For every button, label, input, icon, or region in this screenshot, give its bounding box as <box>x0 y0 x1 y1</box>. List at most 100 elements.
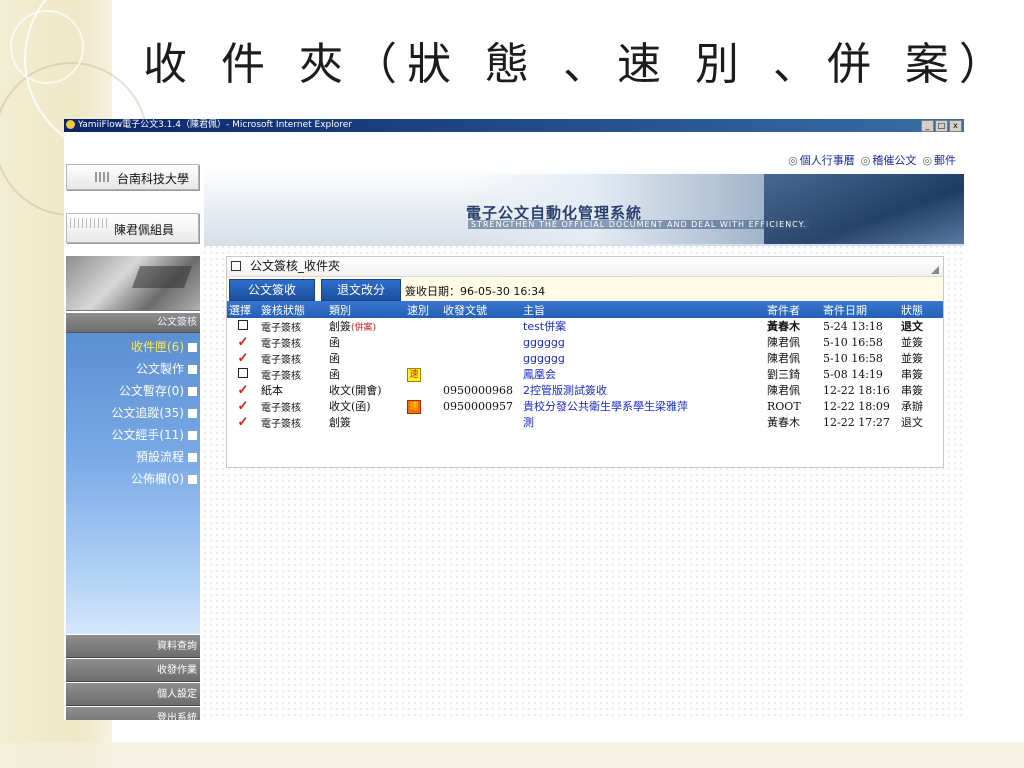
ie-icon <box>66 120 75 129</box>
row-status: 退文 <box>899 414 943 430</box>
sidebar-settings[interactable]: 個人設定 <box>66 683 200 706</box>
square-icon <box>188 431 197 440</box>
school-name: 台南科技大學 <box>117 172 190 186</box>
row-sender: 陳君佩 <box>767 336 800 349</box>
calendar-link[interactable]: ◎ 個人行事曆 <box>788 152 855 168</box>
col-doc-no[interactable]: 收發文號 <box>441 301 521 318</box>
row-select[interactable]: ✓ <box>227 334 259 350</box>
col-type[interactable]: 類別 <box>327 301 405 318</box>
col-speed[interactable]: 速別 <box>405 301 441 318</box>
app-body: 電子公文自動化管理系統 STRENGTHEN THE OFFICIAL DOCU… <box>64 132 964 720</box>
subject-link[interactable]: gggggg <box>523 336 565 349</box>
table-body: 電子簽核 創簽(併案) test併案 黃春木 5-24 13:18 退文 ✓ 電子簽核函 ggg… <box>227 318 943 430</box>
row-subject[interactable]: 鳳凰会 <box>521 366 765 382</box>
panel-title: 公文簽核_收件夾 <box>250 259 341 273</box>
row-date: 5-10 16:58 <box>823 335 883 349</box>
row-subject[interactable]: 貴校分發公共衛生學系學生梁雅萍 <box>521 398 765 414</box>
row-subject[interactable]: test併案 <box>521 318 765 334</box>
subject-link[interactable]: 貴校分發公共衛生學系學生梁雅萍 <box>523 400 688 413</box>
user-name: 陳君佩組員 <box>114 223 175 237</box>
row-select[interactable] <box>227 318 259 334</box>
row-type: 函 <box>329 336 340 349</box>
mail-link[interactable]: ◎ 郵件 <box>922 152 956 168</box>
row-sender: 陳君佩 <box>765 350 821 366</box>
table-row[interactable]: ✓ 電子簽核函 gggggg 陳君佩 5-10 16:58 並簽 <box>227 350 943 366</box>
sidebar-item-tracking[interactable]: 公文追蹤(35) <box>66 402 200 424</box>
dots-icon <box>70 218 110 228</box>
top-links: ◎ 個人行事曆 ◎ 稽催公文 ◎ 郵件 <box>788 152 956 168</box>
panel-toolbar: 公文簽收 退文改分 簽收日期：96-05-30 16:34 <box>227 277 943 301</box>
checkbox[interactable] <box>238 319 248 330</box>
sidebar-item-flow[interactable]: 預設流程 <box>66 446 200 468</box>
table-row[interactable]: ✓ 電子簽核 創簽 測 黃春木 12-22 17:27 退文 <box>227 414 943 430</box>
row-type: 創簽(併案) <box>327 318 405 334</box>
subject-link[interactable]: 測 <box>523 416 534 429</box>
row-speed: 速 <box>405 366 441 382</box>
return-reassign-button[interactable]: 退文改分 <box>321 279 401 301</box>
subject-link[interactable]: 2控管版測試簽收 <box>523 384 607 397</box>
col-date[interactable]: 寄件日期 <box>821 301 899 318</box>
sidebar-nav: 收件匣(6) 公文製作 公文暫存(0) 公文追蹤(35) 公文經手(11) 預設… <box>66 336 200 490</box>
row-doc-no <box>441 414 521 430</box>
window-title: YamiiFlow電子公文3.1.4（陳君佩）- Microsoft Inter… <box>78 120 352 130</box>
row-speed <box>405 382 441 398</box>
row-subject[interactable]: 測 <box>521 414 765 430</box>
sidebar-item-inbox[interactable]: 收件匣(6) <box>66 336 200 358</box>
table-row[interactable]: ✓ 電子簽核函 gggggg 陳君佩 5-10 16:58 並簽 <box>227 334 943 350</box>
subject-link[interactable]: 鳳凰会 <box>523 368 556 381</box>
close-button[interactable]: x <box>949 120 962 132</box>
table-row[interactable]: ✓ 紙本 收文(開會) 0950000968 2控管版測試簽收 陳君佩 12-22 18:1… <box>227 382 943 398</box>
urge-link[interactable]: ◎ 稽催公文 <box>861 152 917 168</box>
row-subject[interactable]: 2控管版測試簽收 <box>521 382 765 398</box>
checked-icon[interactable]: ✓ <box>238 383 249 398</box>
row-sign-status: 電子簽核 <box>261 370 301 382</box>
row-status: 退文 <box>899 318 943 334</box>
row-type: 函 <box>327 350 405 366</box>
checked-icon[interactable]: ✓ <box>238 415 249 430</box>
sidebar-section-sign[interactable]: 公文簽核 <box>66 313 200 333</box>
square-icon <box>188 453 197 462</box>
row-select[interactable]: ✓ <box>227 414 259 430</box>
row-select[interactable]: ✓ <box>227 350 259 366</box>
checked-icon[interactable]: ✓ <box>238 351 249 366</box>
row-doc-no <box>441 366 521 382</box>
row-sign-status: 電子簽核 <box>261 338 301 350</box>
row-sign-status: 電子簽核 <box>259 414 327 430</box>
panel-title-bar: 公文簽核_收件夾 <box>227 257 943 277</box>
row-subject[interactable]: gggggg <box>521 350 765 366</box>
col-status[interactable]: 狀態 <box>899 301 943 318</box>
main-content: 公文簽核_收件夾 公文簽收 退文改分 簽收日期：96-05-30 16:34 選… <box>224 256 944 468</box>
sidebar-dispatch[interactable]: 收發作業 <box>66 659 200 682</box>
sidebar-item-drafts[interactable]: 公文暫存(0) <box>66 380 200 402</box>
sidebar-item-handled[interactable]: 公文經手(11) <box>66 424 200 446</box>
sign-receive-button[interactable]: 公文簽收 <box>229 279 315 301</box>
row-select[interactable] <box>227 366 259 382</box>
row-date: 12-22 18:09 <box>823 399 890 413</box>
col-select[interactable]: 選擇 <box>227 301 259 318</box>
checkbox[interactable] <box>238 367 248 378</box>
table-row[interactable]: 電子簽核 函 速 鳳凰会 劉三錡 5-08 14:19 串簽 <box>227 366 943 382</box>
col-subject[interactable]: 主旨 <box>521 301 765 318</box>
row-status: 串簽 <box>901 368 923 381</box>
row-select[interactable]: ✓ <box>227 398 259 414</box>
subject-link[interactable]: test併案 <box>523 320 566 333</box>
row-subject[interactable]: gggggg <box>521 334 765 350</box>
row-date: 12-22 18:16 <box>821 382 899 398</box>
minimize-button[interactable]: _ <box>921 120 934 132</box>
table-row[interactable]: 電子簽核 創簽(併案) test併案 黃春木 5-24 13:18 退文 <box>227 318 943 334</box>
urgent-badge: 速 <box>407 399 421 414</box>
square-icon <box>188 343 197 352</box>
subject-link[interactable]: gggggg <box>523 352 565 365</box>
browser-window: YamiiFlow電子公文3.1.4（陳君佩）- Microsoft Inter… <box>64 119 964 720</box>
sidebar-logout[interactable]: 登出系統 <box>66 707 200 720</box>
col-sign-status[interactable]: 簽核狀態 <box>259 301 327 318</box>
sidebar-item-board[interactable]: 公佈欄(0) <box>66 468 200 490</box>
sidebar-item-compose[interactable]: 公文製作 <box>66 358 200 380</box>
row-select[interactable]: ✓ <box>227 382 259 398</box>
checked-icon[interactable]: ✓ <box>238 399 249 414</box>
table-row[interactable]: ✓ 電子簽核 收文(函) 速 0950000957 貴校分發公共衛生學系學生梁雅萍 ROOT… <box>227 398 943 414</box>
sidebar-query[interactable]: 資料查詢 <box>66 635 200 658</box>
col-sender[interactable]: 寄件者 <box>765 301 821 318</box>
checked-icon[interactable]: ✓ <box>238 335 249 350</box>
maximize-button[interactable]: □ <box>935 120 948 132</box>
